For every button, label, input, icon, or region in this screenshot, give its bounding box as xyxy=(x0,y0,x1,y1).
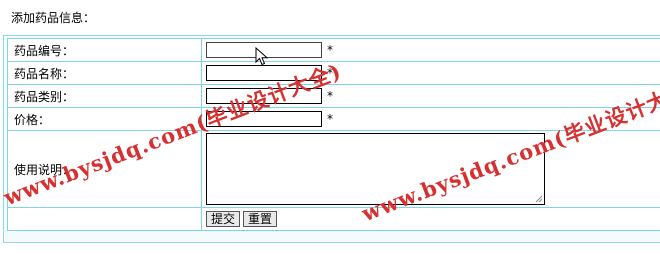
name-input[interactable] xyxy=(206,65,322,81)
description-label: 使用说明： xyxy=(7,130,202,208)
description-field-cell xyxy=(201,130,660,208)
reset-button[interactable]: 重置 xyxy=(243,211,278,227)
code-label: 药品编号： xyxy=(7,38,202,62)
name-label: 药品名称： xyxy=(7,61,202,85)
category-field-cell: * xyxy=(201,84,660,108)
page: 添加药品信息： 药品编号： * 药品名称： * 药品类别： * 价格： * 使用… xyxy=(0,0,660,255)
buttons-cell: 提交 重置 xyxy=(201,207,660,231)
name-field-cell: * xyxy=(201,61,660,85)
required-mark: * xyxy=(327,66,333,80)
form-row-buttons: 提交 重置 xyxy=(7,207,660,231)
mouse-pointer-icon xyxy=(255,47,269,66)
description-textarea[interactable] xyxy=(206,133,545,205)
category-label: 药品类别： xyxy=(7,84,202,108)
resize-grip-icon[interactable] xyxy=(535,195,543,203)
price-input[interactable] xyxy=(206,111,322,127)
form-row-price: 价格： * xyxy=(7,107,660,131)
form-row-description: 使用说明： xyxy=(7,130,660,208)
required-mark: * xyxy=(327,43,333,57)
submit-button[interactable]: 提交 xyxy=(206,211,241,227)
price-field-cell: * xyxy=(201,107,660,131)
buttons-spacer xyxy=(7,207,202,231)
form-row-code: 药品编号： * xyxy=(7,38,660,62)
price-label: 价格： xyxy=(7,107,202,131)
form-row-name: 药品名称： * xyxy=(7,61,660,85)
code-field-cell: * xyxy=(201,38,660,62)
required-mark: * xyxy=(327,112,333,126)
category-input[interactable] xyxy=(206,88,322,104)
form-row-category: 药品类别： * xyxy=(7,84,660,108)
medicine-form: 药品编号： * 药品名称： * 药品类别： * 价格： * 使用说明： 提交 重… xyxy=(7,38,660,231)
page-title: 添加药品信息： xyxy=(11,11,96,25)
required-mark: * xyxy=(327,89,333,103)
